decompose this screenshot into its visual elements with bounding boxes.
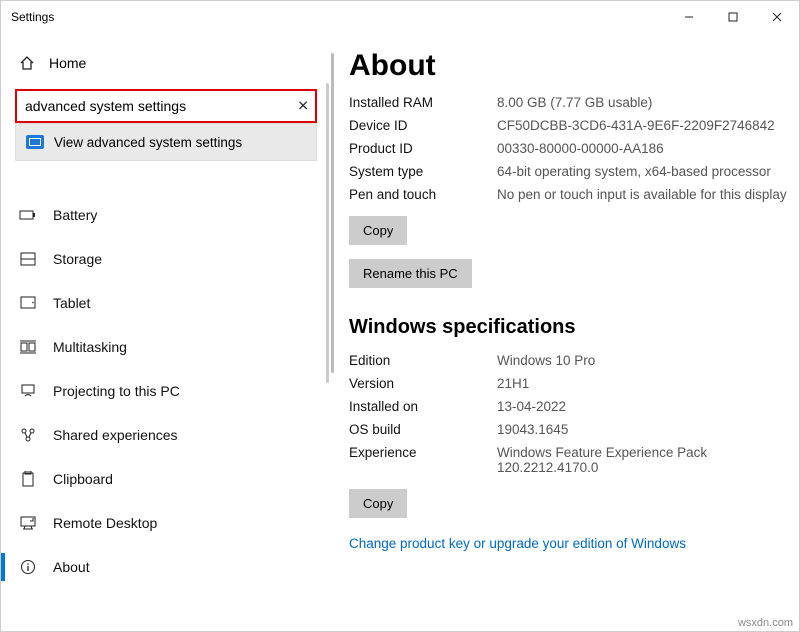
spec-value: 21H1 bbox=[497, 376, 791, 391]
spec-key: Experience bbox=[349, 445, 469, 475]
shared-icon bbox=[19, 427, 37, 443]
sidebar-item-multitasking[interactable]: Multitasking bbox=[1, 325, 331, 369]
main-content: About Installed RAM 8.00 GB (7.77 GB usab… bbox=[331, 33, 799, 631]
sidebar-item-label: Clipboard bbox=[53, 471, 113, 487]
suggestion-label: View advanced system settings bbox=[54, 135, 242, 150]
sidebar-item-projecting[interactable]: Projecting to this PC bbox=[1, 369, 331, 413]
windows-specs: Edition Windows 10 Pro Version 21H1 Instal… bbox=[349, 353, 791, 475]
sidebar-item-tablet[interactable]: Tablet bbox=[1, 281, 331, 325]
spec-value: 8.00 GB (7.77 GB usable) bbox=[497, 95, 791, 110]
spec-key: Edition bbox=[349, 353, 469, 368]
storage-icon bbox=[19, 252, 37, 266]
rename-pc-button[interactable]: Rename this PC bbox=[349, 259, 472, 288]
nav-list: Battery Storage Tablet Multitasking Proj… bbox=[1, 193, 331, 589]
battery-icon bbox=[19, 209, 37, 221]
titlebar: Settings bbox=[1, 1, 799, 33]
spec-key: Installed on bbox=[349, 399, 469, 414]
window-controls bbox=[667, 1, 799, 33]
clipboard-icon bbox=[19, 471, 37, 487]
sidebar-item-about[interactable]: About bbox=[1, 545, 331, 589]
spec-value: No pen or touch input is available for t… bbox=[497, 187, 791, 202]
sidebar-item-shared[interactable]: Shared experiences bbox=[1, 413, 331, 457]
home-link[interactable]: Home bbox=[1, 45, 331, 81]
spec-key: Pen and touch bbox=[349, 187, 469, 202]
winspec-heading: Windows specifications bbox=[349, 316, 791, 339]
spec-key: OS build bbox=[349, 422, 469, 437]
search-input[interactable] bbox=[15, 89, 317, 123]
tablet-icon bbox=[19, 296, 37, 310]
sidebar-scrollbar[interactable] bbox=[326, 83, 329, 383]
close-button[interactable] bbox=[755, 1, 799, 33]
device-specs: Installed RAM 8.00 GB (7.77 GB usable) De… bbox=[349, 95, 791, 202]
spec-value: 64-bit operating system, x64-based proce… bbox=[497, 164, 791, 179]
spec-key: Product ID bbox=[349, 141, 469, 156]
sidebar-item-remote[interactable]: Remote Desktop bbox=[1, 501, 331, 545]
page-title: About bbox=[349, 49, 791, 83]
copy-device-button[interactable]: Copy bbox=[349, 216, 407, 245]
sidebar-item-label: Remote Desktop bbox=[53, 515, 157, 531]
minimize-button[interactable] bbox=[667, 1, 711, 33]
home-label: Home bbox=[49, 55, 86, 71]
sidebar: Home ✕ View advanced system settings Bat… bbox=[1, 33, 331, 631]
multitasking-icon bbox=[19, 340, 37, 354]
spec-value: Windows 10 Pro bbox=[497, 353, 791, 368]
spec-key: Version bbox=[349, 376, 469, 391]
sidebar-item-label: Projecting to this PC bbox=[53, 383, 180, 399]
settings-icon bbox=[26, 135, 44, 149]
spec-key: Installed RAM bbox=[349, 95, 469, 110]
window-title: Settings bbox=[11, 10, 54, 24]
change-product-key-link[interactable]: Change product key or upgrade your editi… bbox=[349, 536, 686, 551]
sidebar-item-label: Multitasking bbox=[53, 339, 127, 355]
spec-value: 19043.1645 bbox=[497, 422, 791, 437]
sidebar-item-label: Tablet bbox=[53, 295, 90, 311]
remote-icon bbox=[19, 516, 37, 530]
spec-value: Windows Feature Experience Pack 120.2212… bbox=[497, 445, 791, 475]
sidebar-item-label: Storage bbox=[53, 251, 102, 267]
spec-key: System type bbox=[349, 164, 469, 179]
sidebar-item-label: About bbox=[53, 559, 90, 575]
search-wrap: ✕ bbox=[15, 89, 317, 123]
sidebar-item-clipboard[interactable]: Clipboard bbox=[1, 457, 331, 501]
spec-value: 00330-80000-00000-AA186 bbox=[497, 141, 791, 156]
spec-value: 13-04-2022 bbox=[497, 399, 791, 414]
home-icon bbox=[19, 55, 35, 71]
watermark: wsxdn.com bbox=[738, 617, 793, 629]
search-suggestion[interactable]: View advanced system settings bbox=[15, 123, 317, 161]
sidebar-item-label: Battery bbox=[53, 207, 97, 223]
spec-value: CF50DCBB-3CD6-431A-9E6F-2209F2746842 bbox=[497, 118, 791, 133]
copy-winspec-button[interactable]: Copy bbox=[349, 489, 407, 518]
sidebar-item-storage[interactable]: Storage bbox=[1, 237, 331, 281]
sidebar-item-battery[interactable]: Battery bbox=[1, 193, 331, 237]
about-icon bbox=[19, 559, 37, 575]
projecting-icon bbox=[19, 384, 37, 398]
spec-key: Device ID bbox=[349, 118, 469, 133]
sidebar-item-label: Shared experiences bbox=[53, 427, 178, 443]
clear-icon[interactable]: ✕ bbox=[297, 98, 309, 115]
maximize-button[interactable] bbox=[711, 1, 755, 33]
main-scrollbar[interactable] bbox=[331, 53, 334, 373]
